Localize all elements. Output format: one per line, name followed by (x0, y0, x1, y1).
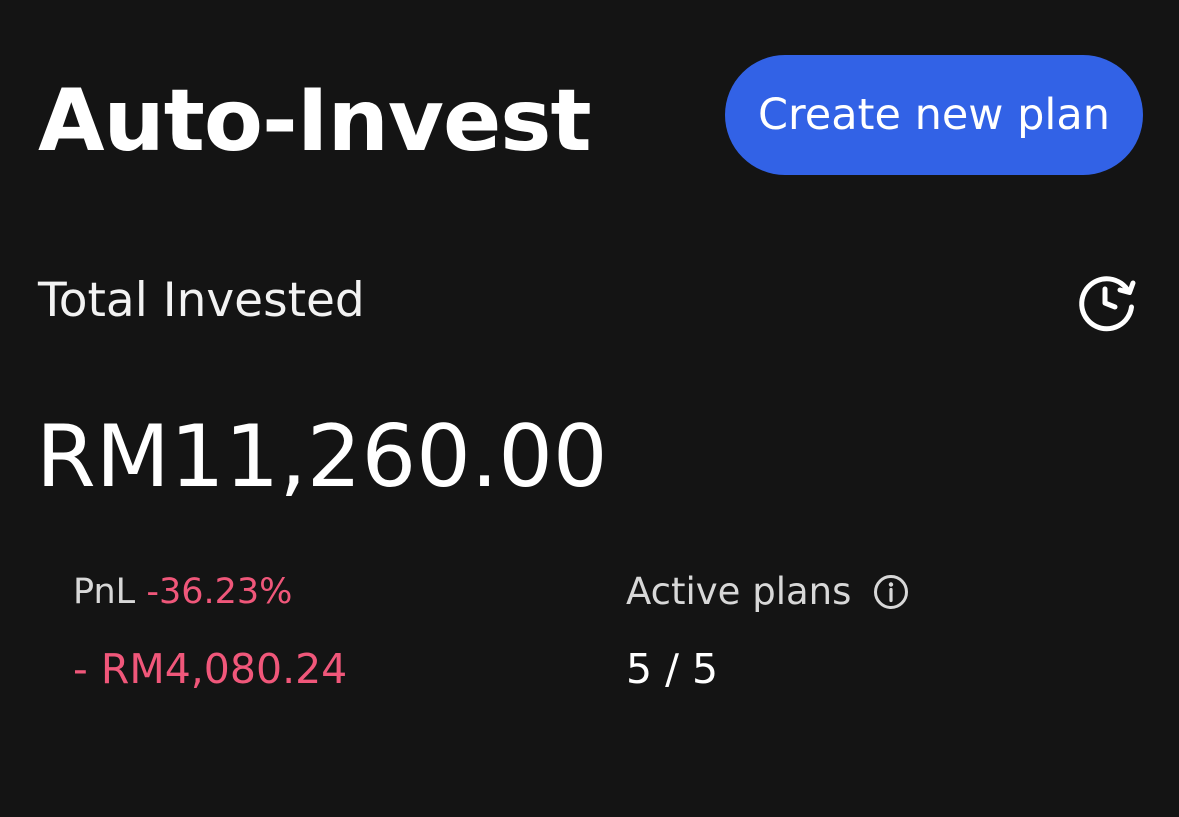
auto-invest-screen: Auto-Invest Create new plan Total Invest… (0, 0, 1179, 817)
history-clock-icon (1072, 268, 1142, 334)
active-plans-value: 5 / 5 (626, 645, 719, 693)
active-plans-label: Active plans (626, 570, 852, 613)
create-new-plan-button[interactable]: Create new plan (725, 55, 1143, 175)
pnl-percent: -36.23% (146, 572, 293, 612)
info-icon[interactable] (873, 574, 909, 610)
pnl-label: PnL (73, 572, 136, 612)
history-button[interactable] (1072, 268, 1142, 334)
active-plans-row: Active plans (626, 570, 909, 614)
total-invested-amount: RM11,260.00 (36, 407, 608, 507)
total-invested-label: Total Invested (38, 273, 365, 328)
pnl-row: PnL -36.23% (73, 570, 292, 614)
pnl-amount: - RM4,080.24 (73, 645, 348, 693)
page-title: Auto-Invest (38, 71, 592, 171)
create-new-plan-label: Create new plan (758, 90, 1110, 140)
